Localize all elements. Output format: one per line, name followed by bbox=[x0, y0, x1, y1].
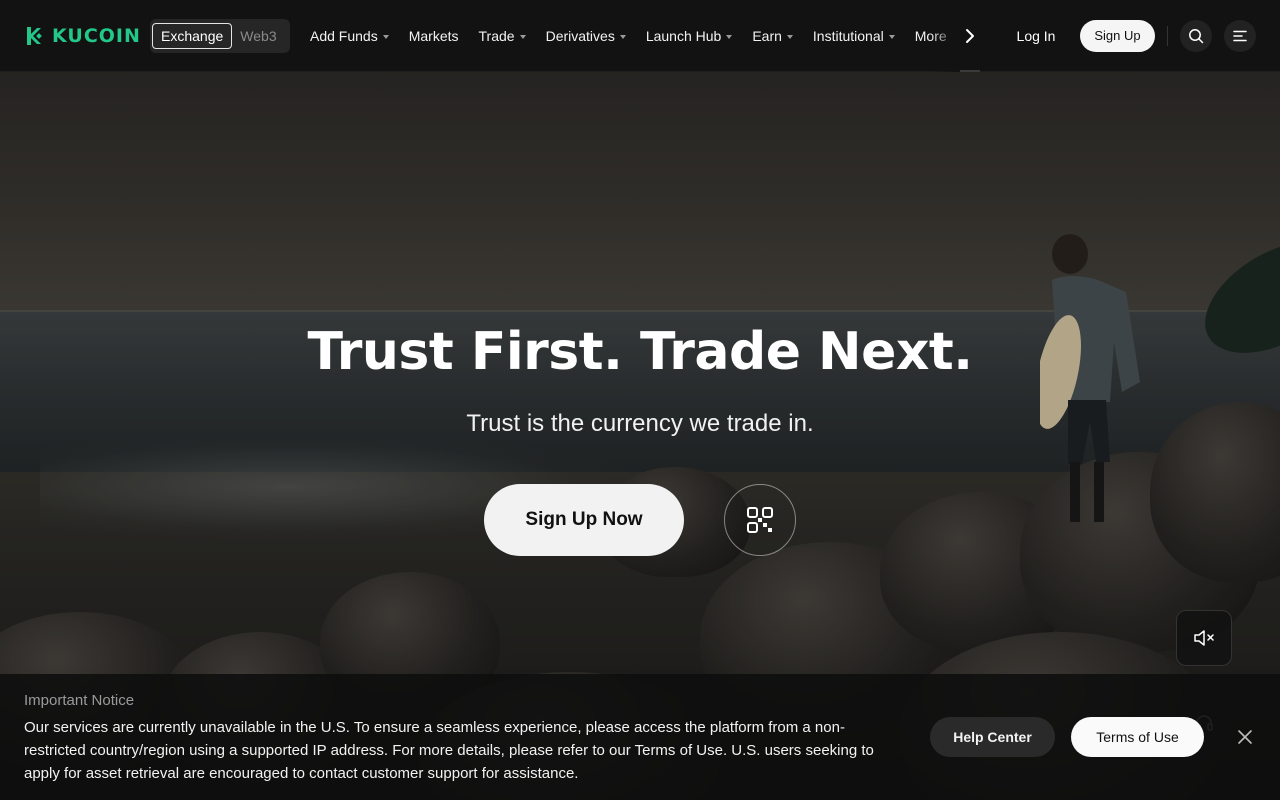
qr-code-icon bbox=[747, 507, 773, 533]
menu-item-label: Institutional bbox=[812, 28, 884, 44]
logo-wordmark: KUCOIN bbox=[52, 25, 141, 47]
close-icon bbox=[1238, 730, 1252, 744]
menu-icon bbox=[1233, 30, 1247, 42]
menu-item-earn[interactable]: Earn bbox=[752, 28, 793, 44]
notice-title: Important Notice bbox=[24, 692, 135, 709]
close-notice-button[interactable] bbox=[1234, 726, 1256, 748]
menu-item-label: Trade bbox=[478, 28, 515, 44]
exchange-web3-toggle: Exchange Web3 bbox=[150, 19, 290, 53]
menu-item-derivatives[interactable]: Derivatives bbox=[546, 28, 626, 44]
menu-scroll-next-button[interactable] bbox=[958, 24, 982, 48]
toggle-exchange[interactable]: Exchange bbox=[152, 23, 233, 49]
menu-item-label: Markets bbox=[408, 28, 459, 44]
signup-button[interactable]: Sign Up bbox=[1080, 20, 1155, 52]
help-center-button[interactable]: Help Center bbox=[930, 717, 1055, 757]
main-menu: Add Funds Markets Trade Derivatives Laun… bbox=[310, 0, 958, 72]
speaker-muted-icon bbox=[1194, 630, 1214, 646]
caret-down-icon bbox=[726, 34, 733, 39]
menu-item-label: Add Funds bbox=[310, 28, 378, 44]
qr-code-button[interactable] bbox=[724, 484, 796, 556]
caret-down-icon bbox=[382, 34, 389, 39]
menu-item-trade[interactable]: Trade bbox=[479, 28, 526, 44]
caret-down-icon bbox=[786, 34, 793, 39]
hero-title: Trust First. Trade Next. bbox=[307, 322, 973, 382]
toggle-web3[interactable]: Web3 bbox=[232, 28, 284, 44]
nav-divider bbox=[1167, 26, 1168, 46]
search-icon bbox=[1189, 29, 1204, 44]
caret-down-icon bbox=[888, 34, 895, 39]
menu-item-institutional[interactable]: Institutional bbox=[813, 28, 895, 44]
menu-item-label: Derivatives bbox=[545, 28, 615, 44]
sign-up-now-button[interactable]: Sign Up Now bbox=[484, 484, 684, 556]
terms-of-use-button[interactable]: Terms of Use bbox=[1071, 717, 1204, 757]
caret-down-icon bbox=[519, 34, 526, 39]
menu-button[interactable] bbox=[1224, 20, 1256, 52]
menu-scroll-fade bbox=[930, 0, 960, 72]
notice-body: Our services are currently unavailable i… bbox=[24, 719, 874, 782]
important-notice-bar: Important Notice Our services are curren… bbox=[0, 674, 1280, 800]
menu-item-add-funds[interactable]: Add Funds bbox=[310, 28, 389, 44]
menu-scroll-indicator bbox=[960, 70, 980, 72]
menu-item-markets[interactable]: Markets bbox=[409, 28, 459, 44]
search-button[interactable] bbox=[1180, 20, 1212, 52]
page: KUCOIN Exchange Web3 Add Funds Markets T… bbox=[0, 0, 1280, 800]
menu-item-launch-hub[interactable]: Launch Hub bbox=[646, 28, 733, 44]
kucoin-logo-icon bbox=[27, 27, 42, 45]
login-link[interactable]: Log In bbox=[1006, 22, 1066, 50]
hero-subtitle: Trust is the currency we trade in. bbox=[466, 410, 814, 437]
caret-down-icon bbox=[619, 34, 626, 39]
menu-item-label: Launch Hub bbox=[645, 28, 722, 44]
mute-video-button[interactable] bbox=[1176, 610, 1232, 666]
chevron-right-icon bbox=[966, 29, 974, 43]
top-navbar: KUCOIN Exchange Web3 Add Funds Markets T… bbox=[0, 0, 1280, 72]
menu-item-label: Earn bbox=[752, 28, 782, 44]
kucoin-logo[interactable]: KUCOIN bbox=[24, 24, 141, 48]
